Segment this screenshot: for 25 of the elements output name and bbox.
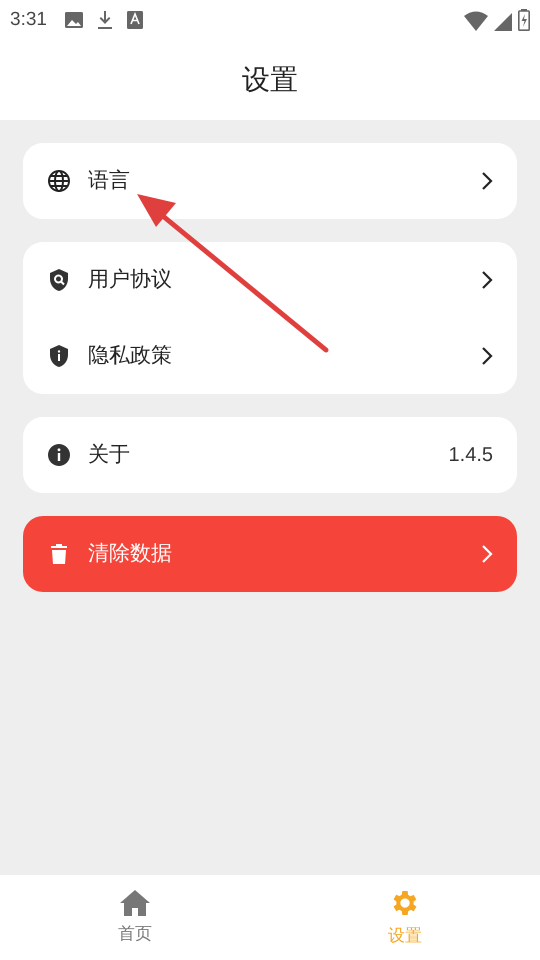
home-icon [119,888,151,917]
globe-icon [47,169,71,193]
status-time: 3:31 [10,8,47,32]
settings-row[interactable]: 隐私政策 [23,318,517,394]
image-icon [64,12,83,28]
shield-search-icon [47,268,71,292]
row-label: 关于 [88,442,130,468]
shield-info-icon [47,344,71,368]
download-icon [96,10,113,30]
notification-icon [126,11,143,29]
row-label: 清除数据 [88,541,172,568]
version-text: 1.4.5 [448,443,493,468]
settings-row[interactable]: 关于 1.4.5 [23,417,517,493]
info-icon [47,443,71,467]
settings-row[interactable]: 语言 [23,143,517,219]
signal-icon [494,13,512,31]
clear-data-row[interactable]: 清除数据 [23,516,517,592]
row-label: 语言 [88,168,130,194]
wifi-icon [464,11,488,31]
page-title: 设置 [242,63,298,97]
nav-tab[interactable]: 首页 [0,875,270,960]
row-label: 用户协议 [88,267,172,294]
settings-row[interactable]: 用户协议 [23,242,517,318]
battery-icon [518,9,530,31]
row-label: 隐私政策 [88,343,172,370]
